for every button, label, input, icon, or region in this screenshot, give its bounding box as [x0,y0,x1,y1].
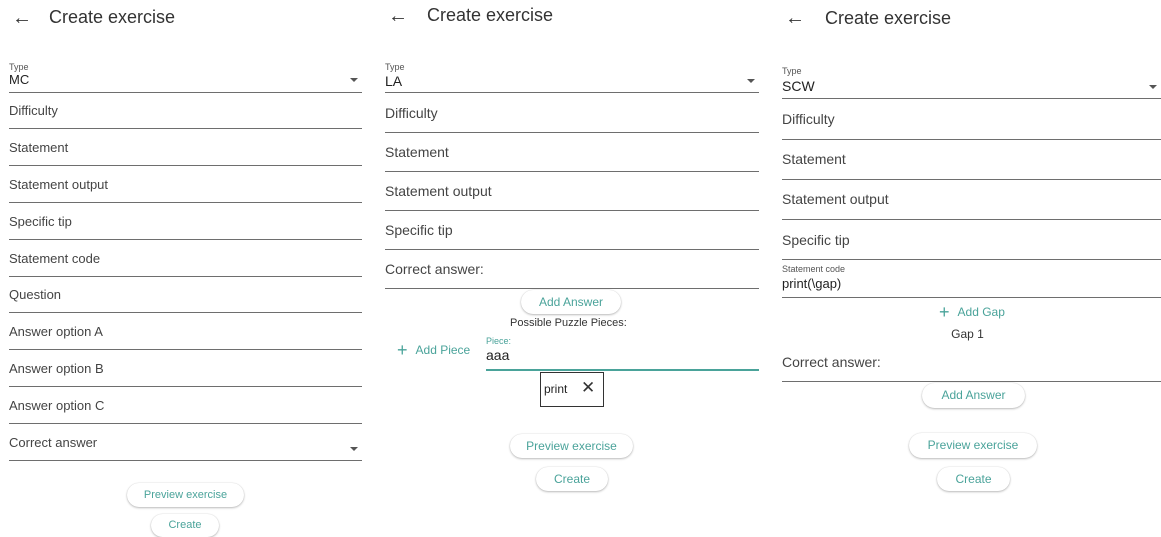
back-arrow-icon[interactable]: ← [782,4,808,32]
statement-output-field[interactable]: Statement output [385,172,759,211]
correct-answer-label: Correct answer [9,435,98,450]
add-gap-label: Add Gap [957,305,1005,319]
statement-field[interactable]: Statement [782,140,1161,180]
preview-exercise-button[interactable]: Preview exercise [510,434,633,458]
create-button[interactable]: Create [536,467,608,491]
difficulty-field[interactable]: Difficulty [9,93,362,129]
correct-answer-select[interactable]: Correct answer [9,424,362,461]
caret-down-icon [350,78,358,82]
piece-input[interactable]: Piece: aaa [486,334,759,371]
statement-output-label: Statement output [9,177,109,192]
piece-label: Piece: [486,336,512,346]
type-select[interactable]: Type MC [9,60,362,93]
correct-answer-label: Correct answer: [782,354,881,370]
type-label: Type [782,66,802,76]
question-field[interactable]: Question [9,277,362,313]
app-bar: ← Create exercise [385,0,759,36]
difficulty-field[interactable]: Difficulty [385,93,759,133]
piece-value: aaa [486,347,510,363]
correct-answer-field[interactable]: Correct answer: [782,343,1161,382]
statement-code-label: Statement code [782,264,846,274]
add-gap-button[interactable]: + Add Gap [939,302,1005,323]
statement-label: Statement [385,144,449,160]
statement-output-label: Statement output [782,191,889,207]
app-bar: ← Create exercise [9,0,362,36]
add-piece-label: Add Piece [415,343,471,357]
create-button[interactable]: Create [937,467,1010,491]
answer-option-c-label: Answer option C [9,398,105,413]
statement-output-label: Statement output [385,183,492,199]
specific-tip-label: Specific tip [782,232,850,248]
back-arrow-icon[interactable]: ← [9,4,35,32]
panel-mc: ← Create exercise Type MC Difficulty Sta… [9,0,362,537]
statement-code-field[interactable]: Statement code print(\gap) [782,262,1161,298]
back-arrow-icon[interactable]: ← [385,2,411,30]
plus-icon: + [397,340,408,360]
piece-chip: print ✕ [540,372,604,407]
type-select[interactable]: Type LA [385,60,759,93]
specific-tip-label: Specific tip [9,214,72,229]
add-piece-button[interactable]: + Add Piece [397,340,470,361]
statement-code-field[interactable]: Statement code [9,240,362,277]
panel-la: ← Create exercise Type LA Difficulty Sta… [385,0,759,537]
create-button[interactable]: Create [151,514,219,537]
difficulty-label: Difficulty [9,103,58,118]
preview-exercise-button[interactable]: Preview exercise [909,433,1037,458]
type-value: MC [9,72,30,87]
app-bar: ← Create exercise [782,0,1161,36]
caret-down-icon [1149,85,1157,89]
plus-icon: + [939,302,950,322]
add-answer-button[interactable]: Add Answer [521,290,621,314]
answer-option-c-field[interactable]: Answer option C [9,387,362,424]
question-label: Question [9,287,62,302]
specific-tip-field[interactable]: Specific tip [9,203,362,240]
preview-exercise-button[interactable]: Preview exercise [127,483,244,507]
add-answer-button[interactable]: Add Answer [922,383,1025,408]
difficulty-label: Difficulty [782,111,835,127]
difficulty-field[interactable]: Difficulty [782,99,1161,140]
answer-option-b-field[interactable]: Answer option B [9,350,362,387]
piece-chip-label: print [544,382,568,396]
correct-answer-field[interactable]: Correct answer: [385,250,759,289]
page-title: Create exercise [825,8,952,28]
statement-label: Statement [782,151,846,167]
caret-down-icon [350,447,358,451]
specific-tip-label: Specific tip [385,222,453,238]
gap-label: Gap 1 [951,327,984,341]
type-label: Type [385,62,405,72]
page-title: Create exercise [427,5,554,25]
type-select[interactable]: Type SCW [782,64,1161,99]
possible-puzzle-pieces-label: Possible Puzzle Pieces: [510,317,627,329]
page-title: Create exercise [49,7,176,27]
specific-tip-field[interactable]: Specific tip [782,220,1161,260]
statement-field[interactable]: Statement [9,129,362,166]
statement-code-value: print(\gap) [782,276,842,291]
statement-field[interactable]: Statement [385,133,759,172]
answer-option-a-label: Answer option A [9,324,103,339]
difficulty-label: Difficulty [385,105,438,121]
panel-scw: ← Create exercise Type SCW Difficulty St… [782,0,1161,537]
close-icon[interactable]: ✕ [581,378,595,398]
statement-code-label: Statement code [9,251,101,266]
answer-option-a-field[interactable]: Answer option A [9,313,362,350]
specific-tip-field[interactable]: Specific tip [385,211,759,250]
type-value: LA [385,73,403,89]
type-label: Type [9,62,29,72]
caret-down-icon [747,79,755,83]
type-value: SCW [782,78,815,94]
statement-output-field[interactable]: Statement output [782,180,1161,220]
answer-option-b-label: Answer option B [9,361,104,376]
correct-answer-label: Correct answer: [385,261,484,277]
statement-label: Statement [9,140,69,155]
statement-output-field[interactable]: Statement output [9,166,362,203]
